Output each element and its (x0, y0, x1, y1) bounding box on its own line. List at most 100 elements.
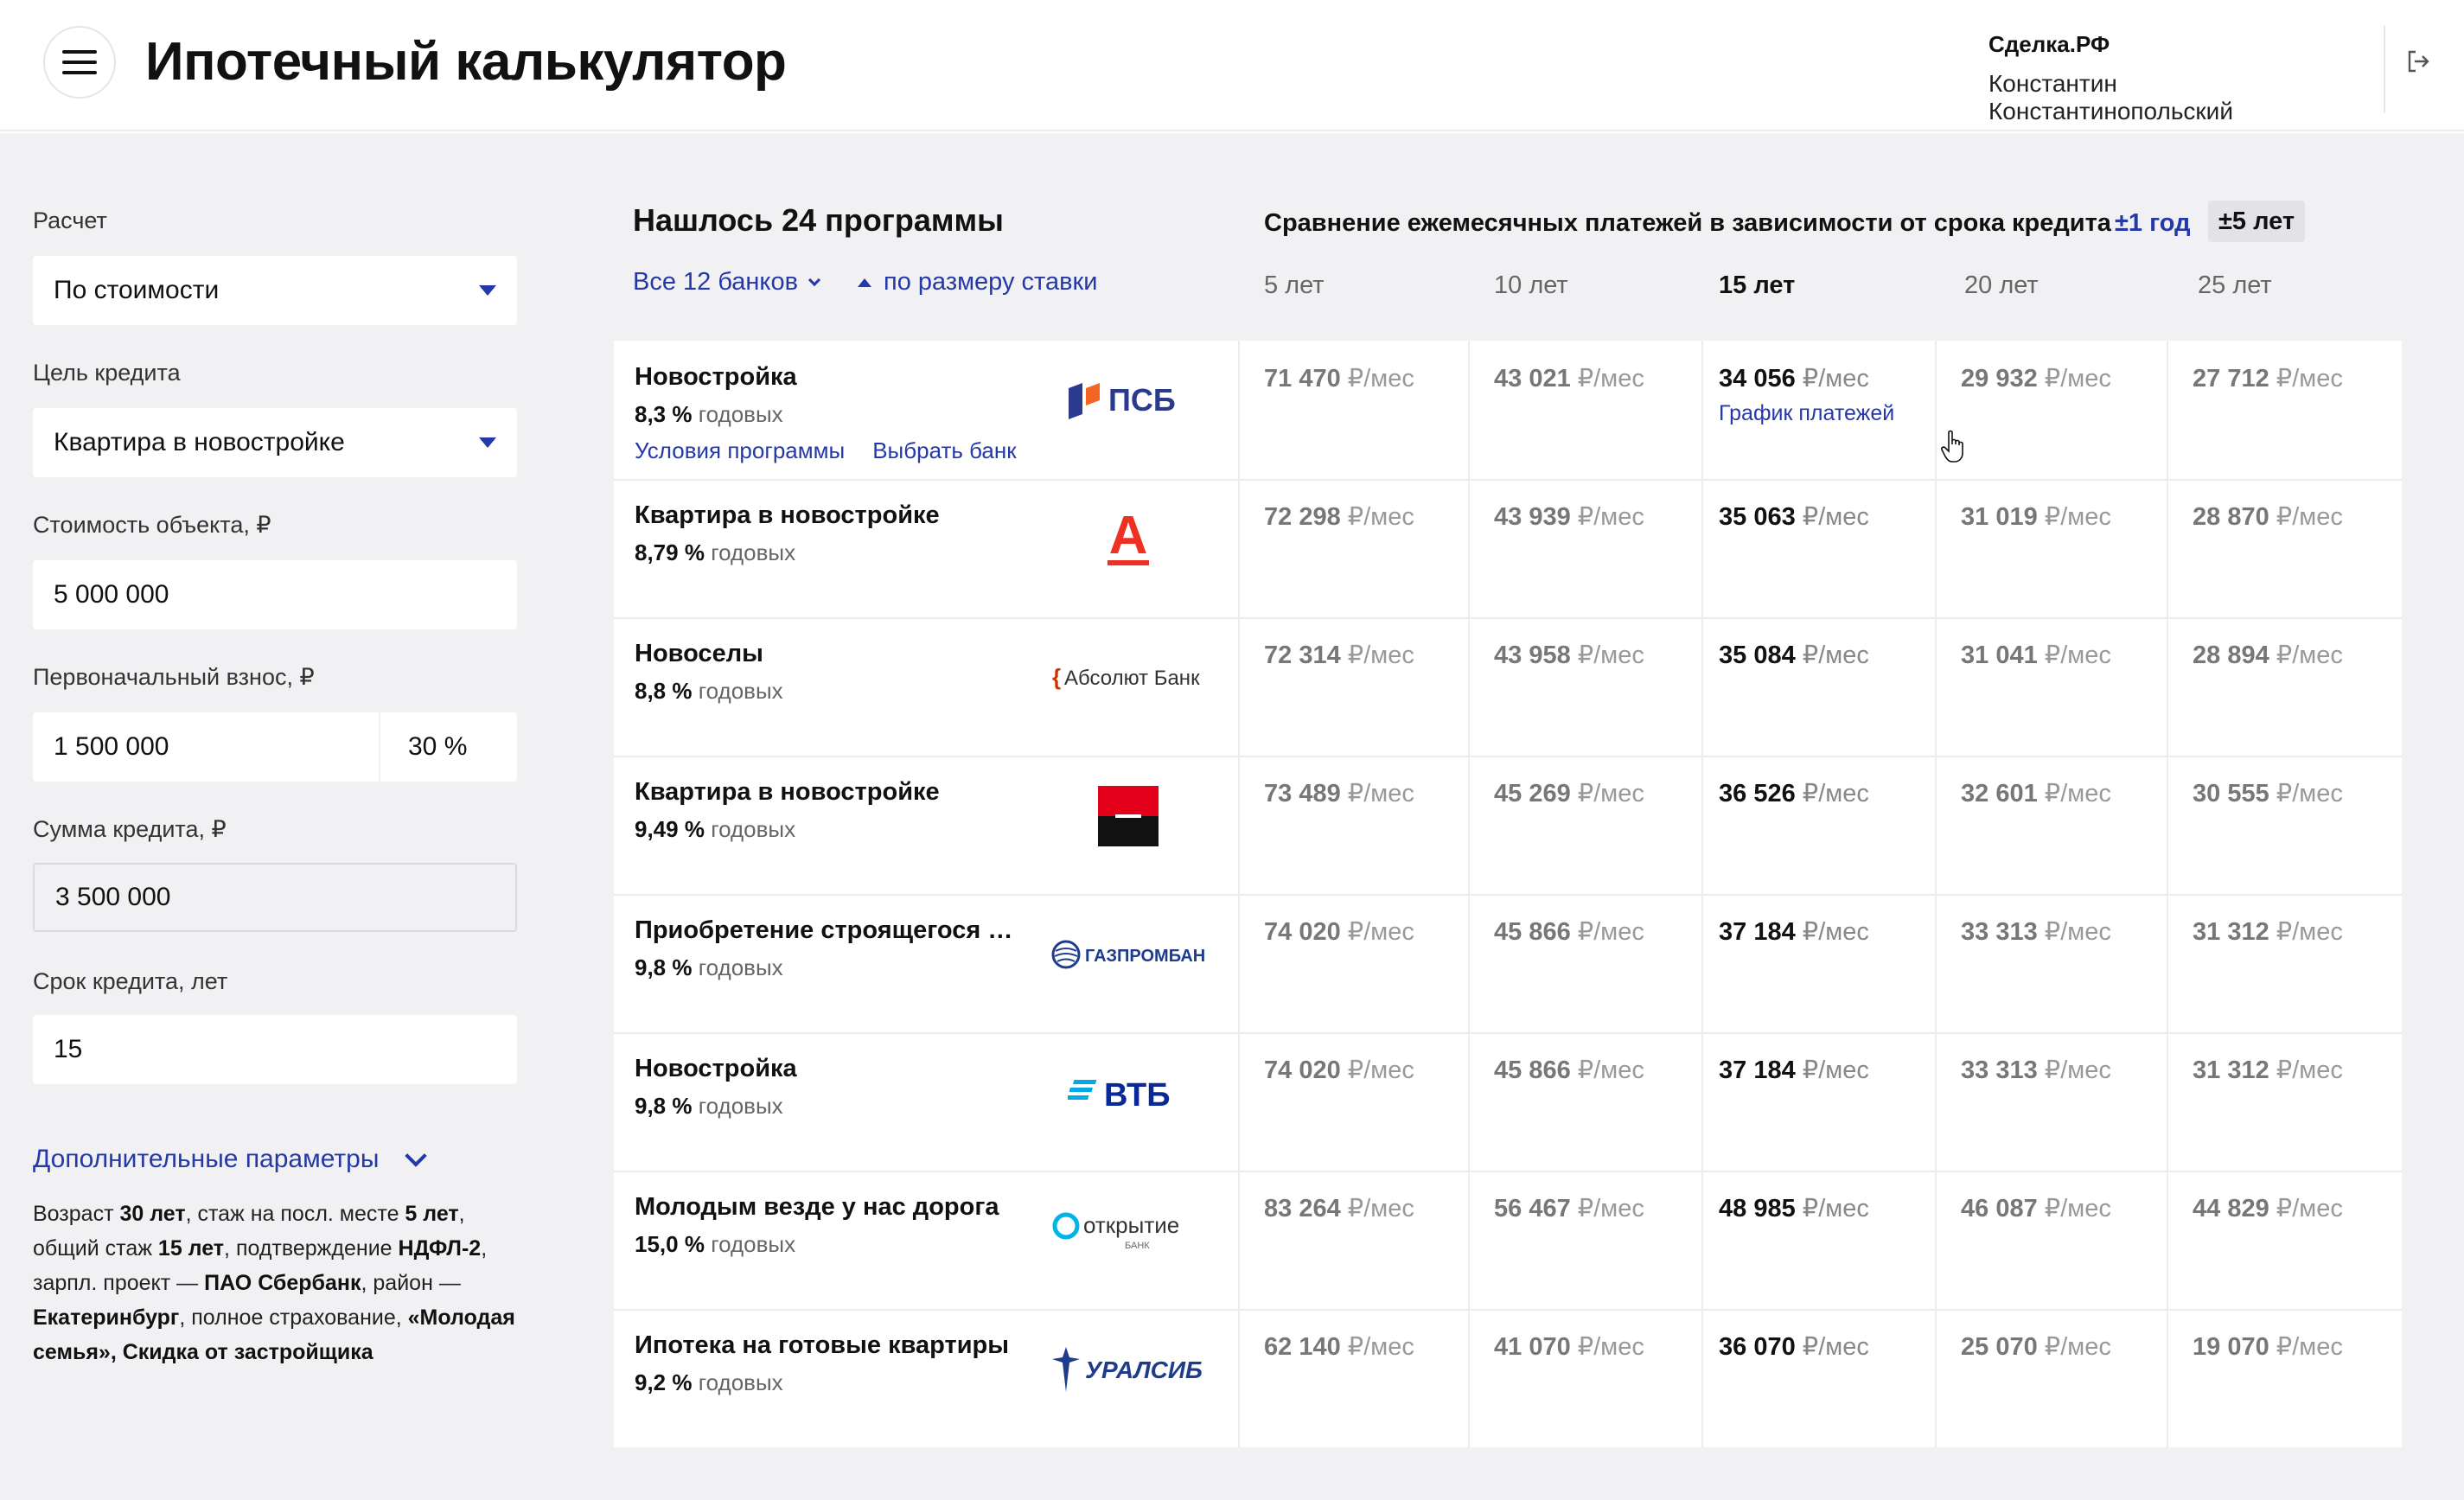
payment-cell: 74 020 ₽/мес (1264, 1056, 1414, 1084)
payment-cell-active: 34 056 ₽/мес (1719, 365, 1869, 393)
program-name: Приобретение строящегося ж... (635, 916, 1015, 944)
payment-cell: 74 020 ₽/мес (1264, 918, 1414, 946)
user-info: Сделка.РФ Константин Константинопольский (1988, 31, 2360, 125)
absolut-logo-text: Абсолют Банк (1064, 667, 1200, 690)
gazprombank-logo-text: ГАЗПРОМБАНК (1085, 947, 1206, 966)
program-name: Квартира в новостройке (635, 778, 940, 806)
payment-schedule-link[interactable]: График платежей (1719, 401, 1894, 426)
menu-button[interactable] (43, 26, 116, 99)
logout-icon[interactable] (2405, 48, 2431, 74)
absolut-bank-logo: { Абсолют Банк (1046, 643, 1210, 712)
calc-label: Расчет (33, 207, 107, 233)
down-payment-percent-input[interactable]: 30 % (380, 712, 517, 782)
chevron-down-icon (808, 273, 821, 287)
payment-cell: 31 312 ₽/мес (2193, 918, 2343, 946)
extra-params-label: Дополнительные параметры (33, 1145, 380, 1173)
payment-cell-active: 36 070 ₽/мес (1719, 1333, 1869, 1361)
sidebar-form: Расчет По стоимости Цель кредита Квартир… (0, 133, 562, 1500)
cost-input[interactable]: 5 000 000 (33, 560, 517, 629)
alfa-logo-letter: А (1109, 506, 1148, 565)
loan-amount-value: 3 500 000 (55, 883, 171, 911)
column-header-10: 10 лет (1494, 271, 1568, 299)
goal-label: Цель кредита (33, 360, 181, 386)
goal-select[interactable]: Квартира в новостройке (33, 408, 517, 477)
header-divider (2384, 26, 2385, 112)
payment-cell: 72 314 ₽/мес (1264, 641, 1414, 669)
term-input[interactable]: 15 (33, 1015, 517, 1084)
payment-cell: 41 070 ₽/мес (1494, 1333, 1644, 1361)
payment-cell: 43 958 ₽/мес (1494, 641, 1644, 669)
otkritie-logo-sub: БАНК (1125, 1241, 1150, 1251)
compare-title: Сравнение ежемесячных платежей в зависим… (1264, 209, 2111, 237)
hand-cursor-icon (1941, 430, 1963, 463)
payment-cell: 33 313 ₽/мес (1961, 918, 2111, 946)
payment-cell: 31 041 ₽/мес (1961, 641, 2111, 669)
payment-cell: 45 866 ₽/мес (1494, 1056, 1644, 1084)
down-payment-input[interactable]: 1 500 000 (33, 712, 379, 782)
org-name: Сделка.РФ (1988, 31, 2110, 57)
table-row[interactable]: Квартира в новостройке 9,49 % годовых 73… (614, 756, 2402, 894)
payment-cell: 28 894 ₽/мес (2193, 641, 2343, 669)
program-rate: 9,2 % годовых (635, 1369, 783, 1395)
choose-bank-link[interactable]: Выбрать банк (872, 437, 1016, 464)
table-row[interactable]: Новостройка 9,8 % годовых ВТБ 74 020 ₽/м… (614, 1032, 2402, 1171)
payment-cell: 25 070 ₽/мес (1961, 1333, 2111, 1361)
vtb-logo: ВТБ (1046, 1058, 1210, 1127)
calc-select-value: По стоимости (54, 276, 220, 304)
dropdown-arrow-icon (479, 285, 496, 296)
column-header-20: 20 лет (1964, 271, 2039, 299)
params-summary: Возраст 30 лет, стаж на посл. месте 5 ле… (33, 1202, 515, 1364)
bank-filter-label: Все 12 банков (633, 268, 798, 296)
payment-cell-active: 37 184 ₽/мес (1719, 1056, 1869, 1084)
range-1-year[interactable]: ±1 год (2115, 209, 2191, 238)
program-rate: 9,49 % годовых (635, 816, 796, 842)
table-row[interactable]: Молодым везде у нас дорога 15,0 % годовы… (614, 1171, 2402, 1309)
table-row[interactable]: Новоселы 8,8 % годовых { Абсолют Банк 72… (614, 617, 2402, 756)
calc-select[interactable]: По стоимости (33, 256, 517, 325)
payment-cell: 28 870 ₽/мес (2193, 503, 2343, 531)
payment-cell: 32 601 ₽/мес (1961, 780, 2111, 807)
program-conditions-link[interactable]: Условия программы (635, 437, 845, 464)
down-payment-value: 1 500 000 (54, 732, 169, 761)
table-row[interactable]: Новостройка 8,3 % годовых Условия програ… (614, 341, 2402, 479)
payment-cell-active: 35 084 ₽/мес (1719, 641, 1869, 669)
payment-cell: 44 829 ₽/мес (2193, 1195, 2343, 1222)
column-header-5: 5 лет (1264, 271, 1325, 299)
payment-cell: 83 264 ₽/мес (1264, 1195, 1414, 1222)
sort-toggle[interactable]: по размеру ставки (858, 268, 1097, 297)
chevron-down-icon (405, 1145, 428, 1167)
payment-cell: 45 866 ₽/мес (1494, 918, 1644, 946)
table-row[interactable]: Ипотека на готовые квартиры 9,2 % годовы… (614, 1309, 2402, 1447)
payment-cell: 62 140 ₽/мес (1264, 1333, 1414, 1361)
column-header-15: 15 лет (1719, 271, 1796, 299)
extra-params-toggle[interactable]: Дополнительные параметры (33, 1145, 428, 1174)
results-panel: Нашлось 24 программы Все 12 банков по ра… (562, 133, 2464, 1500)
dropdown-arrow-icon (479, 437, 496, 448)
payment-cell: 72 298 ₽/мес (1264, 503, 1414, 531)
program-name: Новостройка (635, 363, 797, 391)
otkritie-logo-text: открытие (1083, 1212, 1179, 1238)
page-title: Ипотечный калькулятор (145, 32, 787, 92)
range-5-years[interactable]: ±5 лет (2208, 201, 2306, 242)
alfa-bank-logo: А (1046, 505, 1210, 574)
program-rate: 8,79 % годовых (635, 539, 796, 565)
term-input-value: 15 (54, 1035, 83, 1063)
down-payment-percent: 30 % (408, 732, 468, 761)
bank-filter[interactable]: Все 12 банков (633, 268, 821, 297)
cost-label: Стоимость объекта, ₽ (33, 512, 271, 538)
svg-text:{: { (1052, 664, 1061, 690)
table-row[interactable]: Квартира в новостройке 8,79 % годовых А … (614, 479, 2402, 617)
program-name: Новостройка (635, 1055, 797, 1082)
payment-cell: 43 021 ₽/мес (1494, 365, 1644, 393)
payment-cell: 31 019 ₽/мес (1961, 503, 2111, 531)
payment-cell: 19 070 ₽/мес (2193, 1333, 2343, 1361)
program-links: Условия программы Выбрать банк (635, 437, 1017, 464)
payment-cell: 46 087 ₽/мес (1961, 1195, 2111, 1222)
term-label: Срок кредита, лет (33, 968, 228, 994)
payment-cell: 71 470 ₽/мес (1264, 365, 1414, 393)
vtb-logo-text: ВТБ (1104, 1077, 1171, 1114)
column-header-25: 25 лет (2198, 271, 2272, 299)
app-header: Ипотечный калькулятор Сделка.РФ Констант… (0, 0, 2464, 131)
table-row[interactable]: Приобретение строящегося ж... 9,8 % годо… (614, 894, 2402, 1032)
gazprombank-logo: ГАЗПРОМБАНК (1046, 920, 1210, 989)
